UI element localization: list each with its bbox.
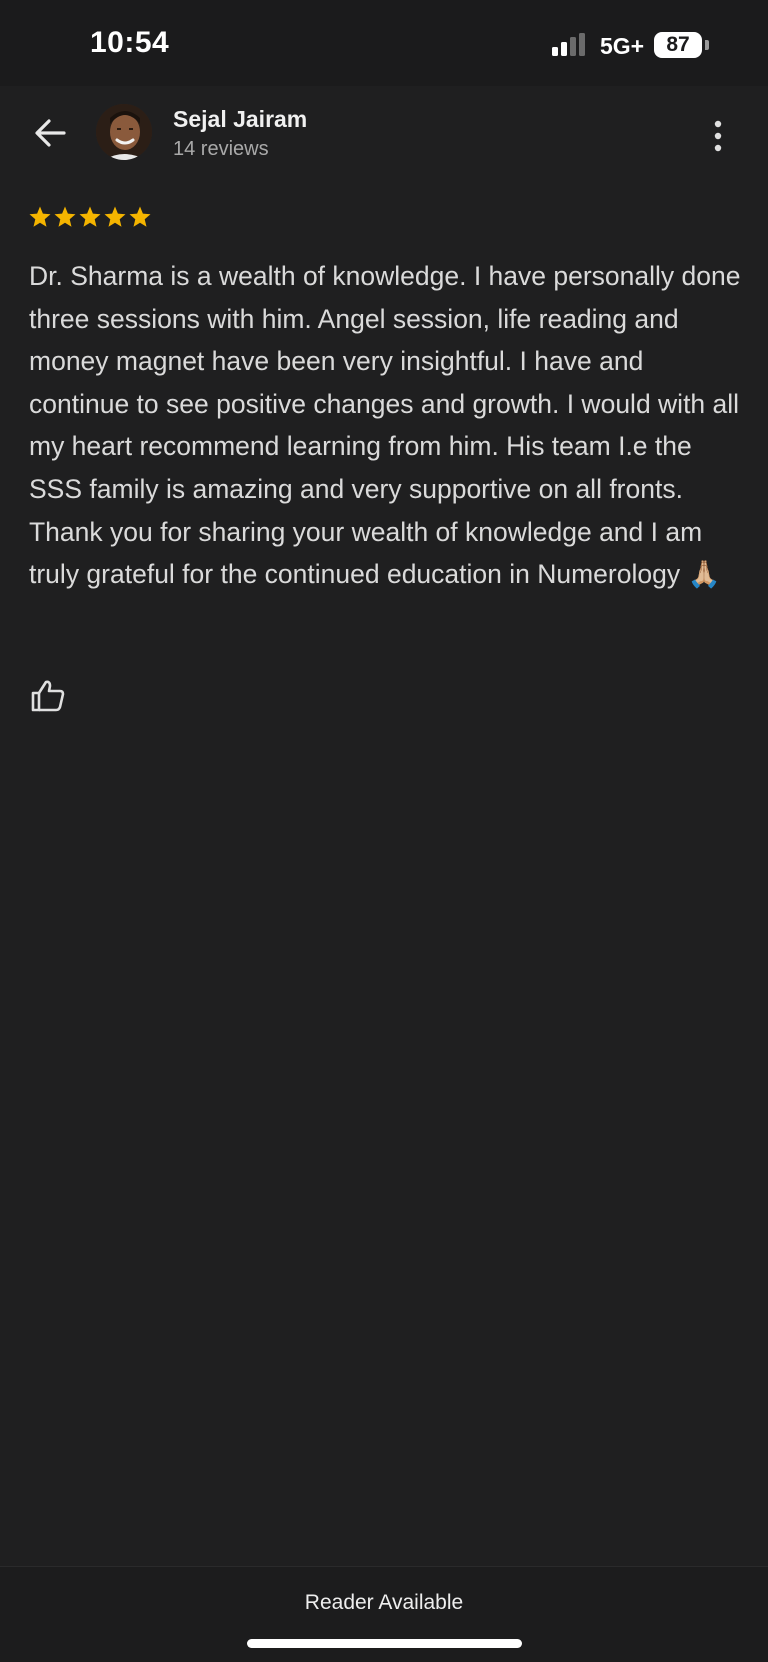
- thumbs-up-icon[interactable]: [30, 678, 66, 714]
- star-icon: [29, 206, 51, 227]
- star-icon: [129, 206, 151, 227]
- bottom-bar: Reader Available: [0, 1566, 768, 1662]
- cellular-signal-icon: [552, 33, 585, 56]
- star-icon: [104, 206, 126, 227]
- star-rating: [28, 205, 152, 233]
- back-arrow-icon[interactable]: [30, 113, 70, 153]
- network-type: 5G+: [600, 33, 645, 59]
- reviewer-name[interactable]: Sejal Jairam: [173, 106, 307, 133]
- battery-tip: [705, 40, 709, 50]
- reader-available-label[interactable]: Reader Available: [0, 1591, 768, 1615]
- avatar[interactable]: [96, 104, 152, 160]
- avatar-photo: [96, 104, 152, 160]
- star-icon: [79, 206, 101, 227]
- review-text: Dr. Sharma is a wealth of knowledge. I h…: [29, 261, 741, 590]
- home-indicator[interactable]: [247, 1639, 522, 1648]
- reviewer-review-count: 14 reviews: [173, 138, 269, 160]
- status-bar: 10:54 5G+ 87: [0, 0, 768, 86]
- more-vertical-icon[interactable]: [706, 118, 730, 154]
- status-time: 10:54: [90, 26, 170, 59]
- battery-icon: 87: [654, 32, 702, 58]
- review-header: Sejal Jairam 14 reviews: [0, 86, 768, 186]
- star-icon: [54, 206, 76, 227]
